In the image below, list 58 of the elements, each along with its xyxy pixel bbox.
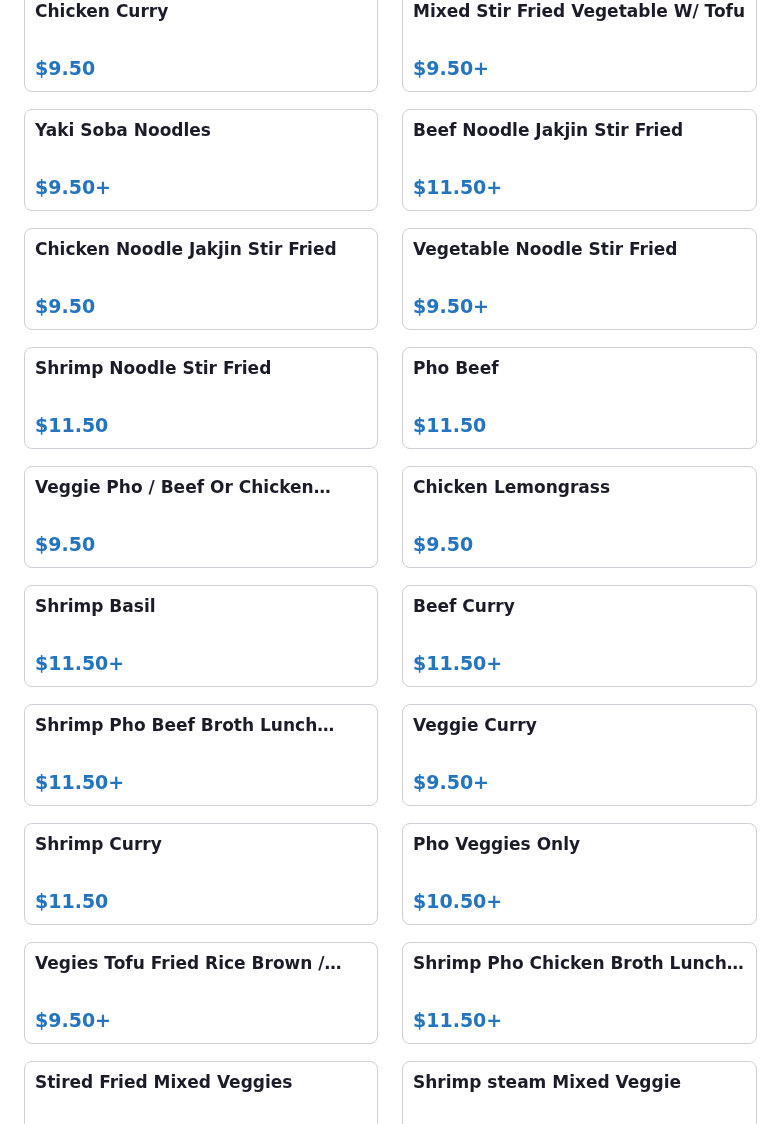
item-name: Veggie Curry	[413, 715, 538, 736]
menu-item-card[interactable]: Vegies Tofu Fried Rice Brown /… $9.50+	[24, 942, 378, 1044]
item-price: $9.50	[35, 533, 97, 555]
item-price: $11.50+	[35, 771, 126, 793]
menu-item-card[interactable]: Beef Noodle Jakjin Stir Fried $11.50+	[402, 109, 757, 211]
menu-item-card[interactable]: Veggie Pho / Beef Or Chicken… $9.50	[24, 466, 378, 568]
item-name: Shrimp Noodle Stir Fried	[35, 358, 273, 379]
item-name: Shrimp Pho Beef Broth Lunch…	[35, 715, 336, 736]
menu-item-card[interactable]: Pho Veggies Only $10.50+	[402, 823, 757, 925]
menu-item-card[interactable]: Beef Curry $11.50+	[402, 585, 757, 687]
item-name: Chicken Noodle Jakjin Stir Fried	[35, 239, 338, 260]
item-name: Vegies Tofu Fried Rice Brown /…	[35, 953, 343, 974]
menu-item-card[interactable]: Veggie Curry $9.50+	[402, 704, 757, 806]
menu-item-card[interactable]: Shrimp Basil $11.50+	[24, 585, 378, 687]
item-name: Beef Curry	[413, 596, 516, 617]
item-price: $11.50+	[35, 652, 126, 674]
item-price: $10.50+	[413, 890, 504, 912]
item-name: Beef Noodle Jakjin Stir Fried	[413, 120, 685, 141]
item-name: Yaki Soba Noodles	[35, 120, 212, 141]
item-name: Stired Fried Mixed Veggies	[35, 1072, 294, 1093]
item-name: Veggie Pho / Beef Or Chicken…	[35, 477, 332, 498]
menu-item-card[interactable]: Yaki Soba Noodles $9.50+	[24, 109, 378, 211]
menu-item-card[interactable]: Stired Fried Mixed Veggies	[24, 1061, 378, 1124]
menu-item-card[interactable]: Shrimp Pho Chicken Broth Lunch… $11.50+	[402, 942, 757, 1044]
item-name: Shrimp Basil	[35, 596, 157, 617]
menu-item-card[interactable]: Chicken Noodle Jakjin Stir Fried $9.50	[24, 228, 378, 330]
menu-item-card[interactable]: Vegetable Noodle Stir Fried $9.50+	[402, 228, 757, 330]
item-name: Shrimp Pho Chicken Broth Lunch…	[413, 953, 745, 974]
menu-item-card[interactable]: Shrimp steam Mixed Veggie	[402, 1061, 757, 1124]
item-price: $9.50+	[413, 771, 491, 793]
item-name: Pho Beef	[413, 358, 500, 379]
menu-item-card[interactable]: Chicken Curry $9.50	[24, 0, 378, 92]
item-price: $11.50+	[413, 652, 504, 674]
item-price: $9.50+	[413, 57, 491, 79]
item-price: $9.50+	[35, 1009, 113, 1031]
menu-item-card[interactable]: Pho Beef $11.50	[402, 347, 757, 449]
item-price: $11.50+	[413, 176, 504, 198]
item-name: Vegetable Noodle Stir Fried	[413, 239, 679, 260]
item-price: $9.50+	[35, 176, 113, 198]
item-name: Pho Veggies Only	[413, 834, 582, 855]
item-name: Shrimp steam Mixed Veggie	[413, 1072, 682, 1093]
item-price: $11.50	[35, 414, 110, 436]
item-price: $9.50	[35, 57, 97, 79]
item-name: Chicken Lemongrass	[413, 477, 611, 498]
menu-item-card[interactable]: Shrimp Pho Beef Broth Lunch… $11.50+	[24, 704, 378, 806]
item-name: Shrimp Curry	[35, 834, 163, 855]
item-name: Chicken Curry	[35, 1, 170, 22]
menu-item-card[interactable]: Mixed Stir Fried Vegetable W/ Tofu $9.50+	[402, 0, 757, 92]
item-name: Mixed Stir Fried Vegetable W/ Tofu	[413, 1, 746, 22]
item-price: $11.50	[413, 414, 488, 436]
menu-item-card[interactable]: Chicken Lemongrass $9.50	[402, 466, 757, 568]
item-price: $9.50	[413, 533, 475, 555]
menu-item-card[interactable]: Shrimp Noodle Stir Fried $11.50	[24, 347, 378, 449]
item-price: $11.50	[35, 890, 110, 912]
item-price: $11.50+	[413, 1009, 504, 1031]
item-price: $9.50	[35, 295, 97, 317]
item-price: $9.50+	[413, 295, 491, 317]
menu-item-card[interactable]: Shrimp Curry $11.50	[24, 823, 378, 925]
